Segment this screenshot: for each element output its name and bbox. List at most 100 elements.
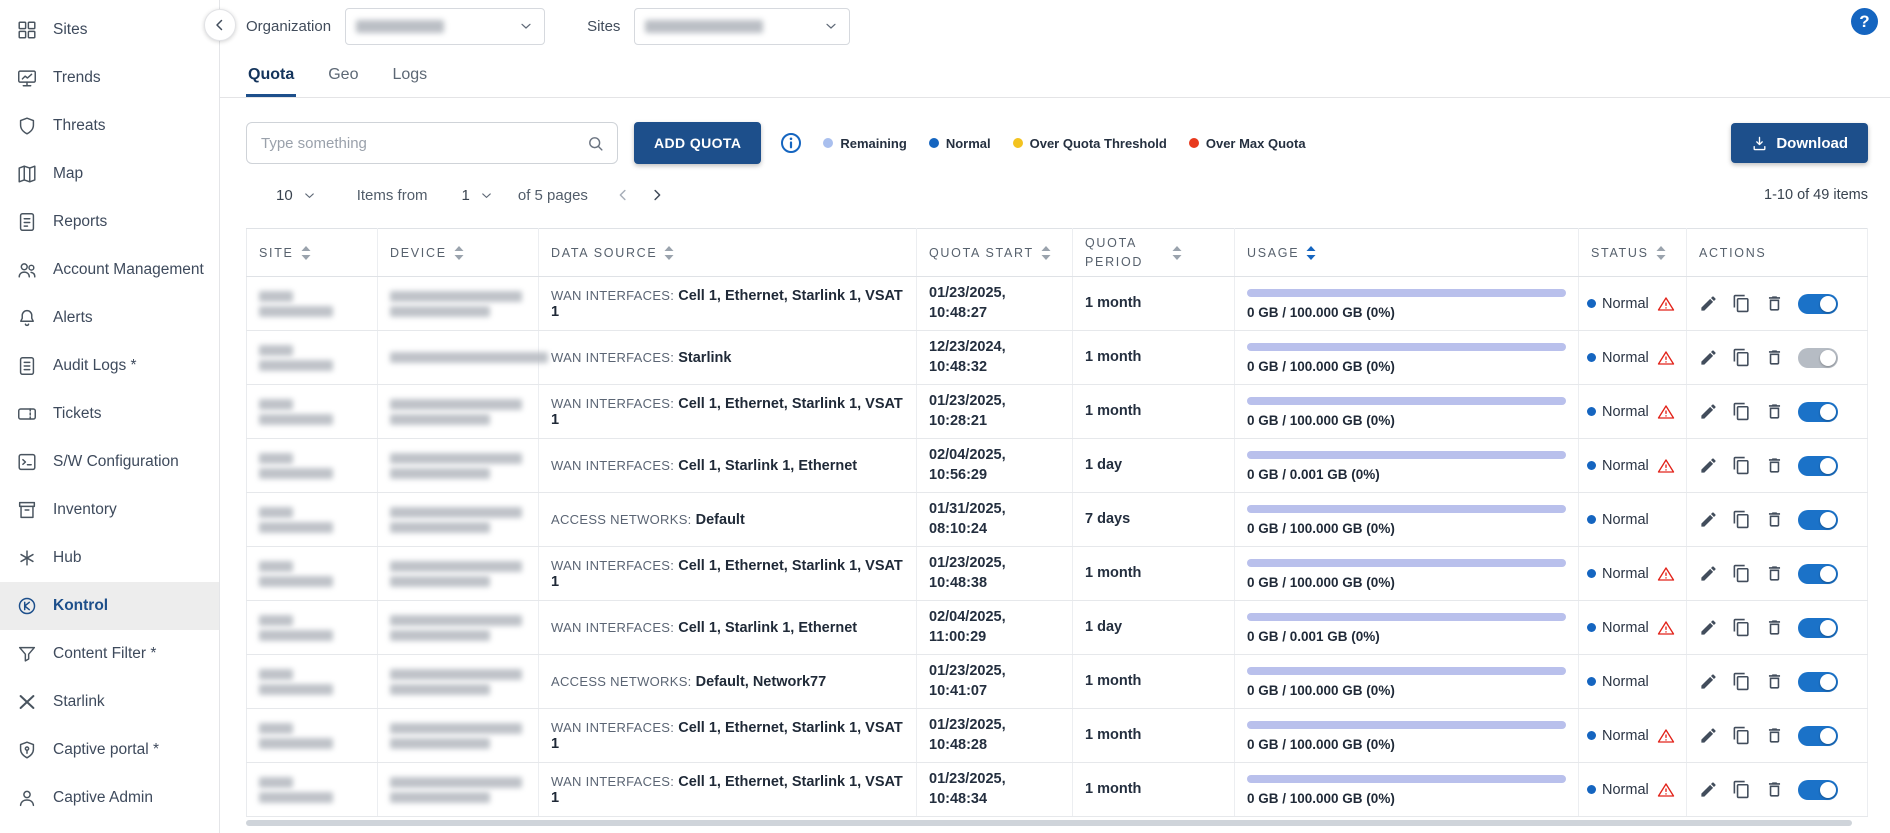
sidebar-item-inventory[interactable]: Inventory (0, 486, 219, 534)
delete-icon[interactable] (1765, 780, 1784, 799)
actions-cell (1687, 709, 1868, 763)
column-header-quota-period[interactable]: QUOTA PERIOD (1073, 229, 1235, 277)
sidebar-item-map[interactable]: Map (0, 150, 219, 198)
usage-cell: 0 GB / 100.000 GB (0%) (1235, 493, 1579, 547)
column-header-device[interactable]: DEVICE (378, 229, 539, 277)
delete-icon[interactable] (1765, 618, 1784, 637)
content-filter-icon (16, 643, 38, 665)
edit-icon[interactable] (1699, 564, 1718, 583)
add-quota-button[interactable]: ADD QUOTA (634, 122, 761, 164)
usage-cell: 0 GB / 100.000 GB (0%) (1235, 655, 1579, 709)
enable-toggle[interactable] (1798, 780, 1838, 800)
enable-toggle[interactable] (1798, 294, 1838, 314)
search-input[interactable] (261, 135, 586, 152)
horizontal-scrollbar[interactable] (246, 819, 1868, 827)
sidebar: SitesTrendsThreatsMapReportsAccount Mana… (0, 0, 220, 833)
sidebar-item-label: Kontrol (53, 597, 108, 615)
sidebar-item-audit-logs[interactable]: Audit Logs * (0, 342, 219, 390)
enable-toggle[interactable] (1798, 726, 1838, 746)
sidebar-item-label: Content Filter * (53, 645, 156, 663)
next-page-button[interactable] (648, 186, 666, 204)
usage-progress-bar (1247, 559, 1566, 567)
sidebar-item-starlink[interactable]: Starlink (0, 678, 219, 726)
delete-icon[interactable] (1765, 726, 1784, 745)
page-number-select[interactable]: 1 (462, 187, 494, 204)
edit-icon[interactable] (1699, 294, 1718, 313)
delete-icon[interactable] (1765, 402, 1784, 421)
enable-toggle[interactable] (1798, 564, 1838, 584)
quota-table: SITEDEVICEDATA SOURCEQUOTA STARTQUOTA PE… (246, 228, 1868, 817)
previous-page-button[interactable] (614, 186, 632, 204)
edit-icon[interactable] (1699, 780, 1718, 799)
enable-toggle[interactable] (1798, 402, 1838, 422)
copy-icon[interactable] (1732, 672, 1751, 691)
sidebar-item-captive-portal[interactable]: Captive portal * (0, 726, 219, 774)
sidebar-item-label: Captive Admin (53, 789, 153, 807)
delete-icon[interactable] (1765, 510, 1784, 529)
help-button[interactable]: ? (1851, 8, 1878, 35)
copy-icon[interactable] (1732, 456, 1751, 475)
copy-icon[interactable] (1732, 780, 1751, 799)
copy-icon[interactable] (1732, 348, 1751, 367)
column-header-site[interactable]: SITE (247, 229, 378, 277)
enable-toggle[interactable] (1798, 348, 1838, 368)
sidebar-item-label: Starlink (53, 693, 105, 711)
copy-icon[interactable] (1732, 618, 1751, 637)
sidebar-item-kontrol[interactable]: Kontrol (0, 582, 219, 630)
page-size-select[interactable]: 10 (276, 187, 317, 204)
column-header-quota-start[interactable]: QUOTA START (917, 229, 1073, 277)
copy-icon[interactable] (1732, 564, 1751, 583)
column-header-data-source[interactable]: DATA SOURCE (539, 229, 917, 277)
status-dot (1587, 515, 1596, 524)
status-cell: Normal (1579, 439, 1687, 493)
sidebar-item-account-management[interactable]: Account Management (0, 246, 219, 294)
copy-icon[interactable] (1732, 726, 1751, 745)
sidebar-item-label: Inventory (53, 501, 117, 519)
info-icon[interactable] (779, 131, 803, 155)
quota-start-cell: 01/23/2025,10:28:21 (917, 385, 1073, 439)
edit-icon[interactable] (1699, 348, 1718, 367)
device-cell-redacted (378, 709, 539, 763)
status-cell: Normal (1579, 493, 1687, 547)
edit-icon[interactable] (1699, 402, 1718, 421)
enable-toggle[interactable] (1798, 510, 1838, 530)
delete-icon[interactable] (1765, 564, 1784, 583)
delete-icon[interactable] (1765, 672, 1784, 691)
sidebar-collapse-button[interactable] (204, 9, 236, 41)
organization-select[interactable] (345, 8, 545, 45)
scrollbar-thumb[interactable] (246, 820, 1852, 826)
edit-icon[interactable] (1699, 510, 1718, 529)
copy-icon[interactable] (1732, 510, 1751, 529)
sort-icon (454, 245, 464, 261)
delete-icon[interactable] (1765, 294, 1784, 313)
column-header-status[interactable]: STATUS (1579, 229, 1687, 277)
sidebar-item-alerts[interactable]: Alerts (0, 294, 219, 342)
tab-logs[interactable]: Logs (390, 58, 429, 97)
copy-icon[interactable] (1732, 294, 1751, 313)
search-icon[interactable] (586, 134, 605, 153)
edit-icon[interactable] (1699, 456, 1718, 475)
copy-icon[interactable] (1732, 402, 1751, 421)
delete-icon[interactable] (1765, 456, 1784, 475)
sidebar-item-captive-admin[interactable]: Captive Admin (0, 774, 219, 822)
sidebar-item-s-w-configuration[interactable]: S/W Configuration (0, 438, 219, 486)
edit-icon[interactable] (1699, 672, 1718, 691)
enable-toggle[interactable] (1798, 672, 1838, 692)
sites-select[interactable] (634, 8, 850, 45)
column-header-usage[interactable]: USAGE (1235, 229, 1579, 277)
sidebar-item-threats[interactable]: Threats (0, 102, 219, 150)
tab-geo[interactable]: Geo (326, 58, 360, 97)
sidebar-item-reports[interactable]: Reports (0, 198, 219, 246)
sidebar-item-content-filter[interactable]: Content Filter * (0, 630, 219, 678)
enable-toggle[interactable] (1798, 618, 1838, 638)
edit-icon[interactable] (1699, 726, 1718, 745)
sidebar-item-trends[interactable]: Trends (0, 54, 219, 102)
sidebar-item-hub[interactable]: Hub (0, 534, 219, 582)
sidebar-item-sites[interactable]: Sites (0, 6, 219, 54)
tab-quota[interactable]: Quota (246, 58, 296, 97)
delete-icon[interactable] (1765, 348, 1784, 367)
edit-icon[interactable] (1699, 618, 1718, 637)
sidebar-item-tickets[interactable]: Tickets (0, 390, 219, 438)
enable-toggle[interactable] (1798, 456, 1838, 476)
download-button[interactable]: Download (1731, 123, 1868, 163)
